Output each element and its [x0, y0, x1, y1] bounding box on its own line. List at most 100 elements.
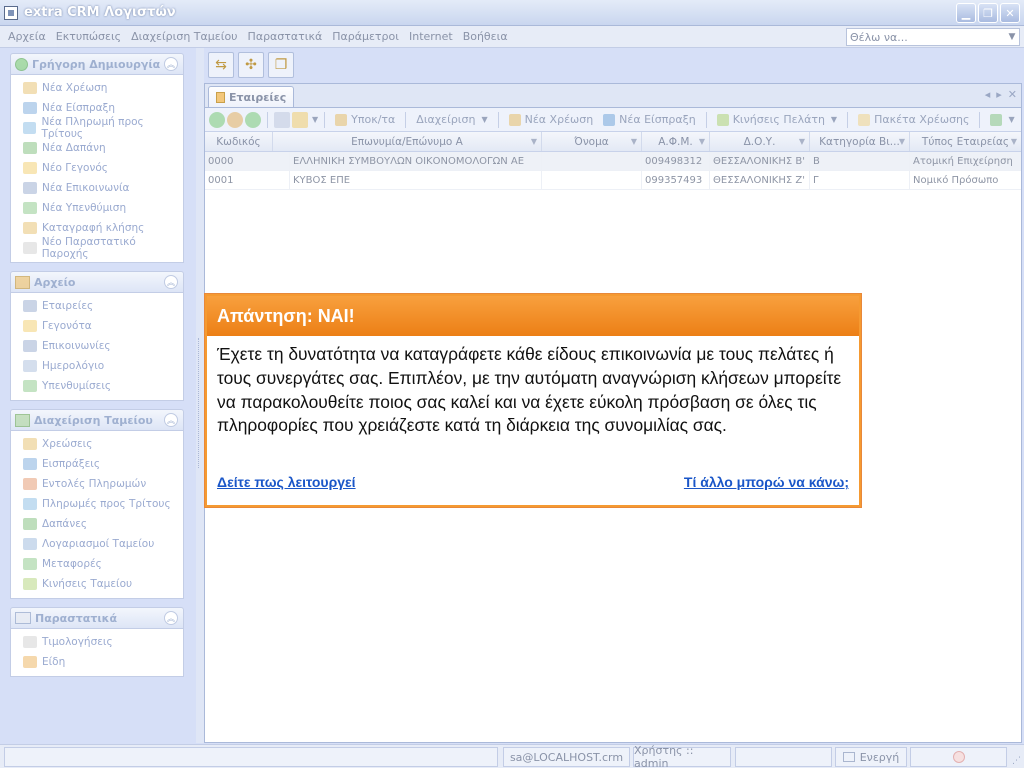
tab-next-icon[interactable]: ▸ [996, 88, 1002, 101]
new-receipt-button[interactable]: Νέα Είσπραξη [599, 113, 700, 126]
nav-invoicing[interactable]: Τιμολογήσεις [11, 632, 183, 652]
see-how-it-works-link[interactable]: Δείτε πως λειτουργεί [217, 474, 356, 490]
menu-internet[interactable]: Internet [405, 30, 459, 43]
collapse-icon[interactable]: ︽ [164, 57, 178, 71]
menu-files[interactable]: Αρχεία [4, 30, 52, 43]
restore-button[interactable]: ❐ [978, 3, 998, 23]
nav-cash-moves[interactable]: Κινήσεις Ταμείου [11, 574, 183, 594]
table-row[interactable]: 0001 ΚΥΒΟΣ ΕΠΕ 099357493 ΘΕΣΣΑΛΟΝΙΚΗΣ Ζ'… [205, 171, 1021, 190]
nav-third-party-payments[interactable]: Πληρωμές προς Τρίτους [11, 494, 183, 514]
nav-expenses[interactable]: Δαπάνες [11, 514, 183, 534]
network-icon[interactable]: ✣ [238, 52, 264, 78]
tag-icon [335, 113, 348, 126]
column-header-vat[interactable]: Α.Φ.Μ. ▼ [642, 132, 710, 151]
search-combo[interactable]: Θέλω να... ▼ [846, 28, 1020, 46]
menu-documents[interactable]: Παραστατικά [244, 30, 329, 43]
tab-companies[interactable]: Εταιρείες [208, 86, 295, 107]
nav-reminders[interactable]: Υπενθυμίσεις [11, 376, 183, 396]
collapse-icon[interactable]: ︽ [164, 611, 178, 625]
menu-help[interactable]: Βοήθεια [459, 30, 514, 43]
chevron-down-icon[interactable]: ▼ [1005, 32, 1019, 42]
filter-icon[interactable]: ▼ [899, 137, 905, 146]
filter-icon[interactable]: ▼ [631, 137, 637, 146]
column-header-first-name[interactable]: Όνομα ▼ [542, 132, 642, 151]
nav-receipts[interactable]: Εισπράξεις [11, 454, 183, 474]
nav-items[interactable]: Είδη [11, 652, 183, 672]
expense-icon [23, 142, 37, 154]
nav-communications[interactable]: Επικοινωνίες [11, 336, 183, 356]
resize-grip-icon[interactable]: ⋰ [1012, 756, 1021, 766]
group-header[interactable]: Παραστατικά ︽ [10, 607, 184, 629]
tab-prev-icon[interactable]: ◂ [985, 88, 991, 101]
subcategories-button[interactable]: Υποκ/τα [331, 113, 399, 126]
nav-new-expense[interactable]: Νέα Δαπάνη [11, 138, 183, 158]
charge-icon [508, 113, 521, 126]
filter-icon[interactable]: ▼ [799, 137, 805, 146]
connection-icon [952, 751, 965, 763]
grid-options-button[interactable]: ▼ [986, 113, 1018, 126]
nav-payment-orders[interactable]: Εντολές Πληρωμών [11, 474, 183, 494]
swap-arrows-icon[interactable]: ⇆ [208, 52, 234, 78]
status-user: Χρήστης :: admin [633, 744, 731, 768]
filter-icon[interactable]: ▼ [531, 137, 537, 146]
chevron-down-icon[interactable]: ▼ [312, 115, 318, 124]
status-bar: sa@LOCALHOST.crm Χρήστης :: admin Ενεργή… [0, 744, 1024, 768]
menu-parameters[interactable]: Παράμετροι [328, 30, 405, 43]
new-charge-button[interactable]: Νέα Χρέωση [505, 113, 598, 126]
menu-cash-management[interactable]: Διαχείριση Ταμείου [127, 30, 243, 43]
remove-icon[interactable] [245, 111, 261, 128]
group-header[interactable]: Γρήγορη Δημιουργία ︽ [10, 53, 184, 75]
accounts-icon [23, 538, 37, 550]
windows-icon[interactable]: ❐ [268, 52, 294, 78]
menu-prints[interactable]: Εκτυπώσεις [52, 30, 127, 43]
cell-name: ΚΥΒΟΣ ΕΠΕ [290, 171, 542, 189]
column-header-code[interactable]: Κωδικός [205, 132, 273, 151]
collapse-icon[interactable]: ︽ [164, 275, 178, 289]
charge-packages-button[interactable]: Πακέτα Χρέωσης [854, 113, 973, 126]
menu-bar: Αρχεία Εκτυπώσεις Διαχείριση Ταμείου Παρ… [0, 26, 1024, 48]
charge-icon [23, 438, 37, 450]
tab-close-icon[interactable]: ✕ [1008, 88, 1017, 101]
nav-charges[interactable]: Χρεώσεις [11, 434, 183, 454]
close-button[interactable]: ✕ [1000, 3, 1020, 23]
filter-icon[interactable]: ▼ [1011, 137, 1017, 146]
payment-icon [23, 498, 37, 510]
column-header-name[interactable]: Επωνυμία/Επώνυμο Α ▼ [273, 132, 542, 151]
print-icon[interactable] [274, 111, 290, 128]
filter-icon[interactable]: ▼ [699, 137, 705, 146]
column-header-category[interactable]: Κατηγορία Βι... ▼ [810, 132, 910, 151]
group-header[interactable]: Αρχείο ︽ [10, 271, 184, 293]
table-row[interactable]: 0000 ΕΛΛΗΝΙΚΗ ΣΥΜΒΟΥΛΩΝ ΟΙΚΟΝΟΜΟΛΟΓΩΝ ΑΕ… [205, 152, 1021, 171]
nav-log-call[interactable]: Καταγραφή κλήσης [11, 218, 183, 238]
search-input[interactable]: Θέλω να... [847, 31, 1005, 44]
nav-new-receipt[interactable]: Νέα Είσπραξη [11, 98, 183, 118]
panel-splitter[interactable] [196, 48, 204, 743]
group-header[interactable]: Διαχείριση Ταμείου ︽ [10, 409, 184, 431]
nav-cash-accounts[interactable]: Λογαριασμοί Ταμείου [11, 534, 183, 554]
add-icon[interactable] [209, 111, 225, 128]
edit-icon[interactable] [227, 111, 243, 128]
nav-new-event[interactable]: Νέο Γεγονός [11, 158, 183, 178]
nav-new-service-document[interactable]: Νέο Παραστατικό Παροχής [11, 236, 183, 260]
group-title: Παραστατικά [35, 611, 118, 625]
moves-icon [716, 113, 729, 126]
collapse-icon[interactable]: ︽ [164, 413, 178, 427]
nav-new-charge[interactable]: Νέα Χρέωση [11, 78, 183, 98]
nav-new-reminder[interactable]: Νέα Υπενθύμιση [11, 198, 183, 218]
group-quick-create: Γρήγορη Δημιουργία ︽ Νέα Χρέωση Νέα Είσπ… [10, 53, 184, 263]
nav-new-third-party-payment[interactable]: Νέα Πληρωμή προς Τρίτους [11, 116, 183, 140]
nav-events[interactable]: Γεγονότα [11, 316, 183, 336]
minimize-button[interactable]: ▁ [956, 3, 976, 23]
nav-calendar[interactable]: Ημερολόγιο [11, 356, 183, 376]
client-moves-button[interactable]: Κινήσεις Πελάτη ▼ [713, 113, 841, 126]
nav-transfers[interactable]: Μεταφορές [11, 554, 183, 574]
nav-new-communication[interactable]: Νέα Επικοινωνία [11, 178, 183, 198]
group-title: Γρήγορη Δημιουργία [32, 57, 161, 71]
manage-button[interactable]: Διαχείριση ▼ [412, 113, 491, 126]
app-icon[interactable] [4, 5, 18, 20]
nav-companies[interactable]: Εταιρείες [11, 296, 183, 316]
column-header-tax-office[interactable]: Δ.Ο.Υ. ▼ [710, 132, 810, 151]
column-header-company-type[interactable]: Τύπος Εταιρείας ▼ [910, 132, 1021, 151]
folder-icon[interactable] [292, 111, 308, 128]
what-else-link[interactable]: Τί άλλο μπορώ να κάνω; [684, 474, 849, 490]
